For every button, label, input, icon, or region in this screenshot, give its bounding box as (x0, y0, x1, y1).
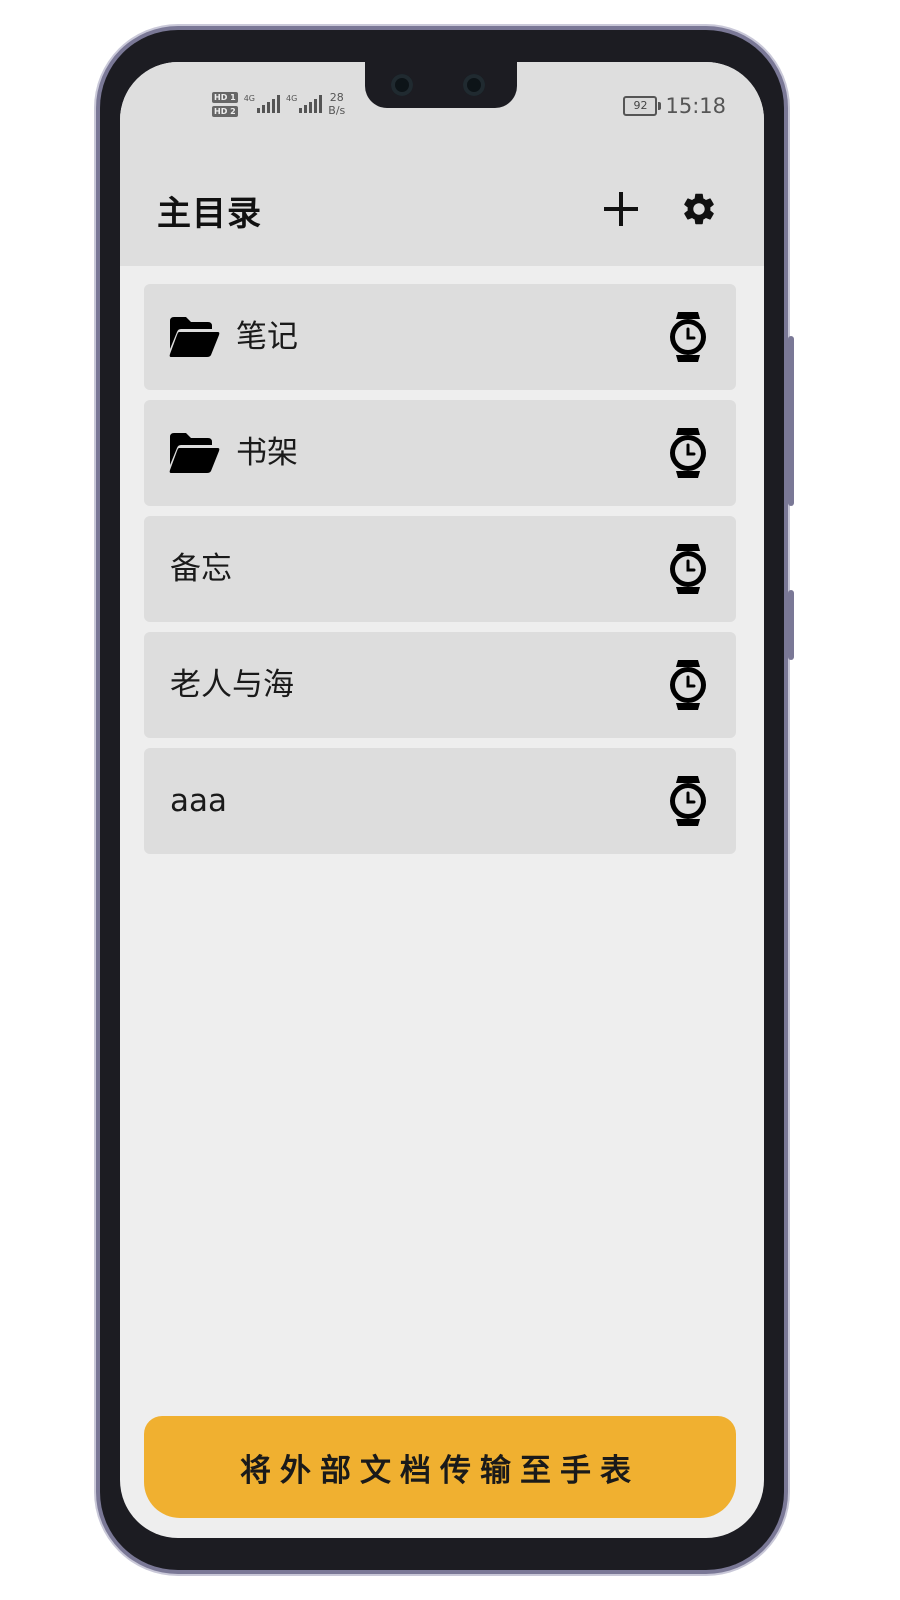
hd2-badge: HD 2 (212, 105, 238, 117)
watch-icon (670, 428, 706, 478)
send-to-watch-button[interactable] (668, 542, 708, 596)
document-list: 笔记 书架 备忘 老人与海 aaa (144, 284, 736, 864)
signal-bars-icon (299, 95, 323, 113)
signal-1: 4G (244, 95, 280, 113)
transfer-to-watch-button[interactable]: 将外部文档传输至手表 (144, 1416, 736, 1518)
status-bar-right: 92 15:18 (623, 92, 726, 120)
front-camera-left (391, 74, 413, 96)
item-label: 笔记 (236, 319, 298, 355)
list-item[interactable]: 老人与海 (144, 632, 736, 738)
send-to-watch-button[interactable] (668, 426, 708, 480)
page-title: 主目录 (157, 194, 262, 234)
item-label: 老人与海 (170, 667, 294, 703)
watch-icon (670, 544, 706, 594)
list-item[interactable]: 笔记 (144, 284, 736, 390)
item-label: 书架 (236, 435, 298, 471)
plus-icon (604, 192, 638, 226)
volume-button (788, 590, 794, 660)
screen: HD 1 HD 2 4G 4G 28 B/s 92 15:18 主目录 笔记 书… (120, 62, 764, 1538)
watch-icon (670, 312, 706, 362)
battery-icon: 92 (623, 96, 662, 116)
signal-2: 4G (286, 95, 323, 113)
gear-icon (684, 193, 714, 225)
clock: 15:18 (665, 94, 726, 118)
network-speed: 28 B/s (328, 91, 346, 117)
signal-bars-icon (256, 95, 280, 113)
front-camera-right (463, 74, 485, 96)
list-item[interactable]: 书架 (144, 400, 736, 506)
list-item[interactable]: aaa (144, 748, 736, 854)
notch (365, 62, 517, 108)
hd1-badge: HD 1 (212, 91, 238, 103)
send-to-watch-button[interactable] (668, 310, 708, 364)
status-bar-left: HD 1 HD 2 4G 4G 28 B/s (212, 84, 345, 124)
power-button (788, 336, 794, 506)
phone-frame: HD 1 HD 2 4G 4G 28 B/s 92 15:18 主目录 笔记 书… (100, 30, 794, 1570)
settings-button[interactable] (676, 186, 722, 232)
list-item[interactable]: 备忘 (144, 516, 736, 622)
folder-open-icon (169, 317, 220, 357)
add-button[interactable] (598, 186, 644, 232)
send-to-watch-button[interactable] (668, 658, 708, 712)
item-label: aaa (170, 783, 227, 819)
folder-open-icon (169, 433, 220, 473)
watch-icon (670, 776, 706, 826)
watch-icon (670, 660, 706, 710)
send-to-watch-button[interactable] (668, 774, 708, 828)
item-label: 备忘 (170, 551, 232, 587)
